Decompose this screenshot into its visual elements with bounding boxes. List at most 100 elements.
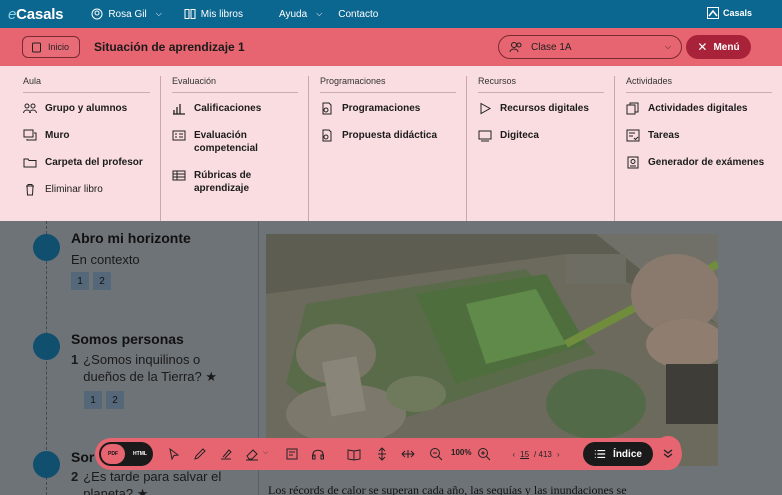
menu-item-wall[interactable]: Muro [23, 129, 150, 142]
reader-toolbar: PDF HTML ⌵ 100% ‹ 15 / 413 › Índice [95, 438, 682, 470]
page-link[interactable]: 1 [71, 272, 89, 290]
menu-item-label: Propuesta didáctica [342, 130, 438, 141]
fit-height[interactable] [375, 447, 389, 461]
books-icon [184, 9, 196, 19]
casals-logo-text: Casals [722, 8, 752, 18]
section-title[interactable]: Somos personas [71, 331, 184, 347]
section-title[interactable]: Sor [71, 449, 94, 465]
page-link[interactable]: 2 [106, 391, 124, 409]
html-label: HTML [133, 451, 147, 457]
menu-heading-actividades: Actividades [626, 76, 772, 93]
mega-menu: Aula Grupo y alumnos Muro Carpeta del pr… [0, 66, 782, 221]
page-navigator: ‹ 15 / 413 › [495, 444, 577, 464]
play-icon [480, 102, 492, 115]
menu-item-digiteca[interactable]: Digiteca [478, 129, 604, 142]
zoom-out[interactable] [429, 447, 443, 461]
contact-link[interactable]: Contacto [338, 9, 378, 20]
pen-tool[interactable] [193, 447, 207, 461]
learning-situation-title: Situación de aprendizaje 1 [94, 40, 245, 54]
book-open-icon [347, 449, 361, 461]
pencil-icon [194, 448, 206, 460]
menu-item-digital-resources[interactable]: Recursos digitales [478, 102, 604, 115]
chat-icon [23, 129, 37, 141]
menu-item-learning-rubrics[interactable]: Rúbricas de aprendizaje [172, 169, 298, 195]
format-switch: PDF HTML [99, 442, 153, 466]
casals-logo: Casals [706, 7, 752, 19]
section-title[interactable]: Abro mi horizonte [71, 230, 191, 246]
menu-item-label: Generador de exámenes [648, 157, 765, 168]
two-page-view[interactable] [347, 447, 361, 461]
document-icon [322, 102, 332, 115]
menu-item-label: Carpeta del profesor [45, 157, 143, 168]
note-tool[interactable] [285, 447, 299, 461]
menu-column-actividades: Actividades Actividades digitales Tareas… [614, 76, 782, 221]
contact-label: Contacto [338, 8, 379, 20]
section-item[interactable]: 2 ¿Es tarde para salvar el planeta? ★ [71, 468, 241, 495]
context-bar: Inicio Situación de aprendizaje 1 Clase … [0, 28, 782, 66]
cursor-tool[interactable] [167, 447, 181, 461]
menu-column-evaluacion: Evaluación Calificaciones Evaluación com… [160, 76, 308, 221]
highlighter-tool[interactable] [219, 447, 233, 461]
item-title: ¿Es tarde para salvar el planeta? ★ [83, 469, 222, 495]
zoom-in-icon [478, 448, 491, 461]
document-icon [322, 129, 332, 142]
ecasals-logo[interactable]: eCasals [8, 5, 64, 23]
help-menu[interactable]: Ayuda ⌵ [279, 9, 322, 20]
eraser-icon [246, 449, 258, 461]
zoom-in[interactable] [477, 447, 491, 461]
menu-item-label: Grupo y alumnos [45, 103, 128, 114]
my-books-link[interactable]: Mis libros [184, 8, 243, 20]
arrows-vertical-icon [378, 447, 386, 461]
user-name: Rosa Gil [108, 8, 147, 20]
menu-item-didactic-proposal[interactable]: Propuesta didáctica [320, 129, 456, 142]
class-selector[interactable]: Clase 1A ⌵ [498, 35, 682, 59]
menu-button[interactable]: ✕ Menú [686, 35, 751, 59]
menu-item-label: Rúbricas de aprendizaje [194, 170, 252, 194]
menu-item-group-students[interactable]: Grupo y alumnos [23, 102, 150, 115]
fit-width[interactable] [401, 447, 415, 461]
checklist-icon [172, 130, 186, 141]
page-link[interactable]: 1 [84, 391, 102, 409]
current-page-input[interactable]: 15 [520, 450, 529, 459]
menu-item-programs[interactable]: Programaciones [320, 102, 456, 115]
drawing-illustration [266, 234, 718, 466]
chevron-down-icon[interactable]: ⌵ [263, 449, 268, 457]
chevron-right-icon[interactable]: › [557, 450, 560, 459]
menu-item-label: Tareas [648, 130, 680, 141]
user-menu[interactable]: Rosa Gil ⌵ [91, 8, 162, 20]
item-number: 1 [71, 352, 79, 367]
index-button[interactable]: Índice [583, 442, 653, 466]
section-item[interactable]: 1 ¿Somos inquilinos o dueños de la Tierr… [71, 351, 241, 385]
menu-item-tasks[interactable]: Tareas [626, 129, 772, 142]
pdf-label: PDF [108, 451, 118, 457]
menu-item-grades[interactable]: Calificaciones [172, 102, 298, 115]
section-subtitle[interactable]: En contexto [71, 251, 140, 268]
bar-chart-icon [173, 104, 185, 115]
menu-item-exam-generator[interactable]: Generador de exámenes [626, 156, 772, 169]
users-icon [23, 103, 37, 114]
menu-column-programaciones: Programaciones Programaciones Propuesta … [308, 76, 466, 221]
menu-item-label: Actividades digitales [648, 103, 748, 114]
body-text: Los récords de calor se superan cada año… [268, 483, 627, 495]
menu-item-teacher-folder[interactable]: Carpeta del profesor [23, 156, 150, 169]
chevron-left-icon[interactable]: ‹ [512, 450, 515, 459]
html-format-button[interactable]: HTML [129, 444, 151, 464]
note-icon [286, 448, 298, 460]
brand-prefix: e [8, 5, 17, 23]
my-books-label: Mis libros [200, 8, 243, 20]
menu-item-digital-activities[interactable]: Actividades digitales [626, 102, 772, 115]
menu-heading-evaluacion: Evaluación [172, 76, 298, 93]
expand-toolbar-button[interactable] [655, 436, 681, 470]
pdf-format-button[interactable]: PDF [101, 444, 125, 464]
trash-icon [26, 184, 34, 196]
top-navigation-bar: eCasals Rosa Gil ⌵ Mis libros Ayuda ⌵ Co… [0, 0, 782, 28]
menu-item-delete-book[interactable]: Eliminar libro [23, 183, 150, 196]
eraser-tool[interactable] [245, 447, 259, 461]
page-link[interactable]: 2 [93, 272, 111, 290]
home-button[interactable]: Inicio [22, 36, 81, 58]
audio-tool[interactable] [311, 447, 325, 461]
menu-button-label: Menú [713, 41, 740, 53]
menu-item-competency-evaluation[interactable]: Evaluación competencial [172, 129, 298, 155]
menu-item-label: Recursos digitales [500, 103, 589, 114]
menu-item-label: Eliminar libro [45, 184, 103, 195]
